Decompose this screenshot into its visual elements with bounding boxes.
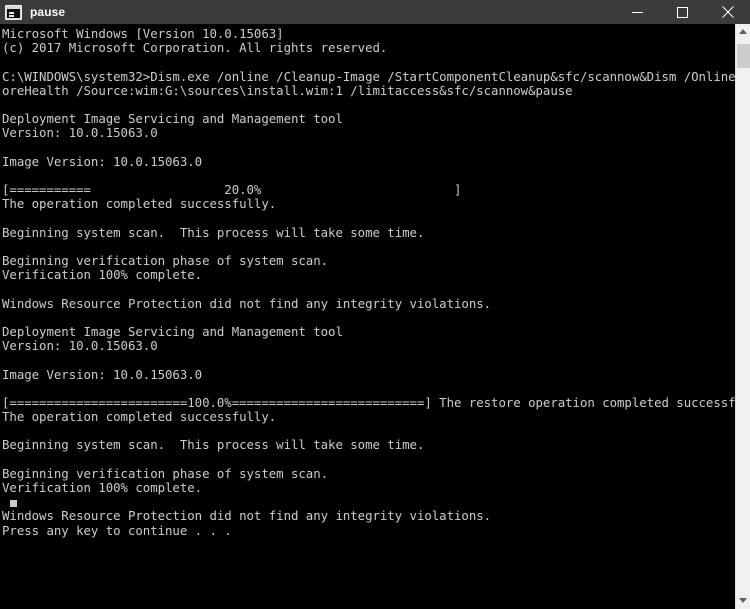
chevron-up-icon <box>739 29 747 34</box>
console-window: pause Microsoft Windows [Version 10.0.15… <box>0 0 750 609</box>
console-line: Beginning system scan. This process will… <box>2 224 425 240</box>
console-line: The operation completed successfully. <box>2 196 277 212</box>
vertical-scrollbar[interactable] <box>735 24 750 609</box>
chevron-down-icon <box>739 598 747 603</box>
scroll-down-arrow-button[interactable] <box>736 593 750 609</box>
window-controls <box>615 0 750 24</box>
console-line: Beginning verification phase of system s… <box>2 253 329 268</box>
console-line: Deployment Image Servicing and Managemen… <box>2 111 343 127</box>
console-line: Image Version: 10.0.15063.0 <box>2 366 203 382</box>
console-line: [=========== 20.0% ] <box>2 182 462 198</box>
console-line: Deployment Image Servicing and Managemen… <box>2 323 343 339</box>
console-icon <box>5 4 22 20</box>
scrollbar-track[interactable] <box>736 68 750 593</box>
console-output-area[interactable]: Microsoft Windows [Version 10.0.15063] (c… <box>0 24 735 609</box>
close-button[interactable] <box>705 0 750 24</box>
console-line: Image Version: 10.0.15063.0 <box>2 153 203 169</box>
console-line: oreHealth /Source:wim:G:\sources\install… <box>2 82 573 98</box>
console-line: Verification 100% complete. <box>2 480 203 495</box>
window-title: pause <box>30 5 66 19</box>
console-line: The operation completed successfully. <box>2 409 277 425</box>
close-icon <box>721 6 734 18</box>
console-line: Windows Resource Protection did not find… <box>2 508 492 524</box>
title-bar: pause <box>0 0 750 24</box>
title-bar-left: pause <box>0 4 66 20</box>
console-line: (c) 2017 Microsoft Corporation. All righ… <box>2 40 388 56</box>
console-line <box>2 495 735 509</box>
console-line: [========================100.0%=========… <box>2 394 735 410</box>
maximize-icon <box>677 6 688 18</box>
text-cursor <box>10 500 18 508</box>
scrollbar-thumb[interactable] <box>737 44 750 68</box>
minimize-button[interactable] <box>615 0 660 24</box>
scroll-up-arrow-button[interactable] <box>736 24 750 40</box>
console-line: Beginning system scan. This process will… <box>2 437 425 453</box>
console-line: Beginning verification phase of system s… <box>2 465 329 481</box>
console-line: C:\WINDOWS\system32>Dism.exe /online /Cl… <box>2 68 735 84</box>
maximize-button[interactable] <box>660 0 705 24</box>
console-lines: Microsoft Windows [Version 10.0.15063] (c… <box>0 24 735 538</box>
minimize-icon <box>632 11 643 13</box>
console-line: Verification 100% complete. <box>2 267 203 283</box>
console-line: Press any key to continue . . . <box>2 522 240 538</box>
console-line: Version: 10.0.15063.0 <box>2 338 158 354</box>
console-line: Windows Resource Protection did not find… <box>2 295 492 311</box>
console-line: Version: 10.0.15063.0 <box>2 125 158 141</box>
console-line: Microsoft Windows [Version 10.0.15063] <box>2 26 284 41</box>
